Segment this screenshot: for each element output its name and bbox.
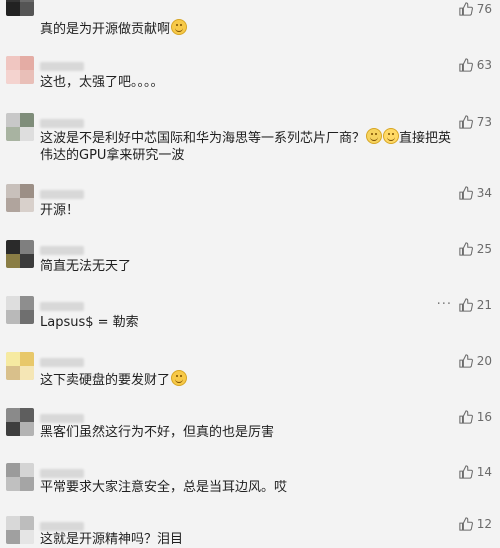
- like-count: 14: [476, 465, 492, 479]
- like-button[interactable]: 76: [459, 2, 492, 16]
- username[interactable]: [40, 119, 84, 128]
- like-count: 34: [476, 186, 492, 200]
- thumbs-up-icon: [459, 115, 473, 129]
- comment-text: 这就是开源精神吗？泪目: [40, 532, 184, 547]
- comment-text: 这下卖硬盘的要发财了: [40, 370, 452, 389]
- username[interactable]: [40, 469, 84, 478]
- like-count: 20: [476, 354, 492, 368]
- like-button[interactable]: 21: [459, 298, 492, 312]
- comment-text: 真的是为开源做贡献啊: [40, 19, 452, 38]
- like-count: 73: [476, 115, 492, 129]
- comment-item: 黑客们虽然这行为不好，但真的也是厉害 16: [0, 408, 500, 453]
- thumbs-up-icon: [459, 465, 473, 479]
- comment-text: 黑客们虽然这行为不好，但真的也是厉害: [40, 425, 275, 440]
- username[interactable]: [40, 358, 84, 367]
- avatar[interactable]: [6, 296, 34, 324]
- thumbs-up-icon: [459, 2, 473, 16]
- thumbs-up-icon: [459, 298, 473, 312]
- more-options-icon[interactable]: ···: [437, 297, 452, 312]
- smile-icon: [171, 19, 188, 35]
- username[interactable]: [40, 190, 84, 199]
- avatar[interactable]: [6, 408, 34, 436]
- like-button[interactable]: 20: [459, 354, 492, 368]
- like-button[interactable]: 63: [459, 58, 492, 72]
- like-count: 21: [476, 298, 492, 312]
- comment-text: 这波是不是利好中芯国际和华为海思等一系列芯片厂商？ 直接把英伟达的GPU拿来研究一…: [40, 128, 452, 164]
- avatar[interactable]: [6, 516, 34, 544]
- username[interactable]: [40, 302, 84, 311]
- username[interactable]: [40, 246, 84, 255]
- thumbs-up-icon: [459, 242, 473, 256]
- like-button[interactable]: 14: [459, 465, 492, 479]
- username[interactable]: [40, 522, 84, 531]
- thumbs-up-icon: [459, 186, 473, 200]
- avatar[interactable]: [6, 352, 34, 380]
- username[interactable]: [40, 414, 84, 423]
- avatar[interactable]: [6, 184, 34, 212]
- comment-text: 简直无法无天了: [40, 259, 132, 274]
- like-button[interactable]: 25: [459, 242, 492, 256]
- like-count: 16: [476, 410, 492, 424]
- avatar[interactable]: [6, 463, 34, 491]
- like-count: 12: [476, 517, 492, 531]
- comment-item: 这就是开源精神吗？泪目 12: [0, 516, 500, 548]
- smile-icon: [383, 128, 400, 144]
- username[interactable]: [40, 62, 84, 71]
- like-button[interactable]: 16: [459, 410, 492, 424]
- avatar[interactable]: [6, 113, 34, 141]
- thumbs-up-icon: [459, 410, 473, 424]
- comment-item: Lapsus$ = 勒索 ··· 21: [0, 296, 500, 341]
- avatar[interactable]: [6, 240, 34, 268]
- thumbs-up-icon: [459, 517, 473, 531]
- comment-item: 开源！ 34: [0, 184, 500, 229]
- comment-text: 这也，太强了吧。。。。: [40, 75, 164, 90]
- like-count: 25: [476, 242, 492, 256]
- comment-item: 这波是不是利好中芯国际和华为海思等一系列芯片厂商？ 直接把英伟达的GPU拿来研究一…: [0, 113, 500, 171]
- smile-icon: [171, 370, 188, 386]
- comment-text: 开源！: [40, 203, 80, 218]
- like-button[interactable]: 34: [459, 186, 492, 200]
- comment-item: 这也，太强了吧。。。。 63: [0, 56, 500, 101]
- comment-item: 真的是为开源做贡献啊 76: [0, 0, 500, 40]
- like-button[interactable]: 12: [459, 517, 492, 531]
- avatar[interactable]: [6, 0, 34, 16]
- like-button[interactable]: 73: [459, 115, 492, 129]
- comment-text: 平常要求大家注意安全，总是当耳边风。哎: [40, 480, 288, 495]
- like-count: 63: [476, 58, 492, 72]
- avatar[interactable]: [6, 56, 34, 84]
- thumbs-up-icon: [459, 354, 473, 368]
- comment-item: 简直无法无天了 25: [0, 240, 500, 285]
- comment-text: Lapsus$ = 勒索: [40, 315, 139, 330]
- thumbs-up-icon: [459, 58, 473, 72]
- comment-item: 这下卖硬盘的要发财了 20: [0, 352, 500, 397]
- like-count: 76: [476, 2, 492, 16]
- laugh-icon: [366, 128, 383, 144]
- comment-item: 平常要求大家注意安全，总是当耳边风。哎 14: [0, 463, 500, 508]
